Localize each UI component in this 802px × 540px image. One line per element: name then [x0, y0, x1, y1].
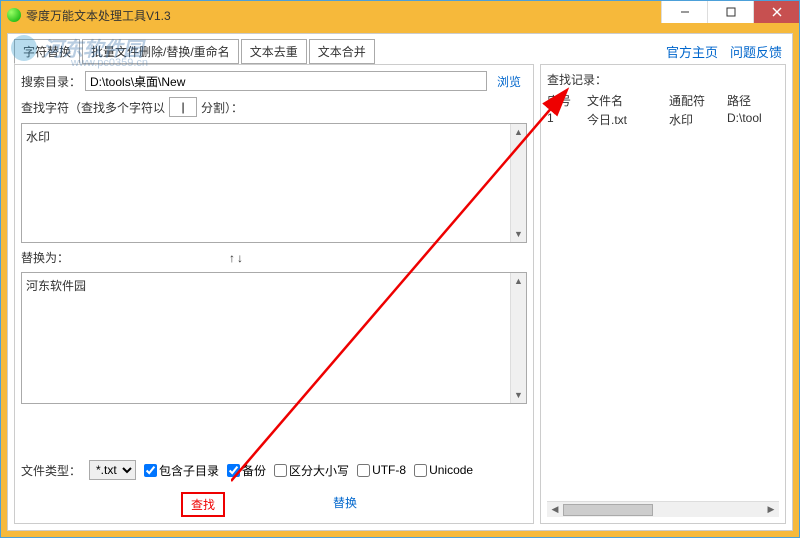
cell-path: D:\tool — [727, 111, 779, 128]
tab-dedup[interactable]: 文本去重 — [241, 39, 307, 64]
search-char-label-post: 分割）： — [201, 99, 243, 116]
search-char-label-pre: 查找字符（查找多个字符以 — [21, 99, 165, 116]
scroll-down-icon[interactable]: ▼ — [511, 387, 526, 403]
window-title: 零度万能文本处理工具V1.3 — [26, 7, 171, 24]
scrollbar[interactable]: ▲ ▼ — [510, 273, 526, 403]
results-table: 序号 文件名 通配符 路径 1 今日.txt 水印 D:\tool — [547, 92, 779, 501]
close-button[interactable] — [753, 1, 799, 23]
col-path: 路径 — [727, 92, 779, 109]
chk-case[interactable]: 区分大小写 — [274, 462, 349, 479]
tab-char-replace[interactable]: 字符替换 — [14, 39, 80, 64]
search-button[interactable]: 查找 — [181, 492, 225, 517]
replace-text-value: 河东软件园 — [26, 279, 86, 293]
chk-subdir[interactable]: 包含子目录 — [144, 462, 219, 479]
tab-batch-file[interactable]: 批量文件删除/替换/重命名 — [82, 39, 239, 64]
col-seq: 序号 — [547, 92, 587, 109]
scroll-up-icon[interactable]: ▲ — [511, 124, 526, 140]
replace-label: 替换为： — [21, 249, 69, 266]
filetype-label: 文件类型： — [21, 462, 81, 479]
col-filename: 文件名 — [587, 92, 669, 109]
tab-merge[interactable]: 文本合并 — [309, 39, 375, 64]
search-dir-label: 搜索目录： — [21, 73, 81, 90]
replace-button[interactable]: 替换 — [325, 492, 365, 517]
chk-backup[interactable]: 备份 — [227, 462, 266, 479]
chk-utf8[interactable]: UTF-8 — [357, 463, 406, 477]
maximize-button[interactable] — [707, 1, 753, 23]
scroll-up-icon[interactable]: ▲ — [511, 273, 526, 289]
link-feedback[interactable]: 问题反馈 — [730, 42, 782, 61]
scroll-left-icon[interactable]: ◀ — [547, 504, 563, 515]
results-title: 查找记录： — [547, 71, 779, 88]
search-text-area[interactable]: 水印 ▲ ▼ — [21, 123, 527, 243]
scroll-down-icon[interactable]: ▼ — [511, 226, 526, 242]
h-scrollbar[interactable]: ◀ ▶ — [547, 501, 779, 517]
link-home[interactable]: 官方主页 — [666, 42, 718, 61]
search-text-value: 水印 — [26, 130, 50, 144]
filetype-select[interactable]: *.txt — [89, 460, 136, 480]
scrollbar[interactable]: ▲ ▼ — [510, 124, 526, 242]
minimize-button[interactable] — [661, 1, 707, 23]
chk-unicode[interactable]: Unicode — [414, 463, 473, 477]
scroll-right-icon[interactable]: ▶ — [763, 504, 779, 515]
browse-button[interactable]: 浏览 — [491, 73, 527, 90]
swap-button[interactable]: ↑↓ — [229, 251, 245, 265]
search-dir-input[interactable] — [85, 71, 487, 91]
col-wildcard: 通配符 — [669, 92, 727, 109]
right-panel: 查找记录： 序号 文件名 通配符 路径 1 今日.txt 水印 D:\tool — [540, 64, 786, 524]
cell-seq: 1 — [547, 111, 587, 128]
cell-wildcard: 水印 — [669, 111, 727, 128]
left-panel: 搜索目录： 浏览 查找字符（查找多个字符以 分割）： 水印 ▲ ▼ — [14, 64, 534, 524]
replace-text-area[interactable]: 河东软件园 ▲ ▼ — [21, 272, 527, 404]
cell-filename: 今日.txt — [587, 111, 669, 128]
titlebar: 零度万能文本处理工具V1.3 — [1, 1, 799, 29]
separator-input[interactable] — [169, 97, 197, 117]
app-icon — [7, 8, 21, 22]
scroll-thumb[interactable] — [563, 504, 653, 516]
table-row[interactable]: 1 今日.txt 水印 D:\tool — [547, 111, 779, 128]
